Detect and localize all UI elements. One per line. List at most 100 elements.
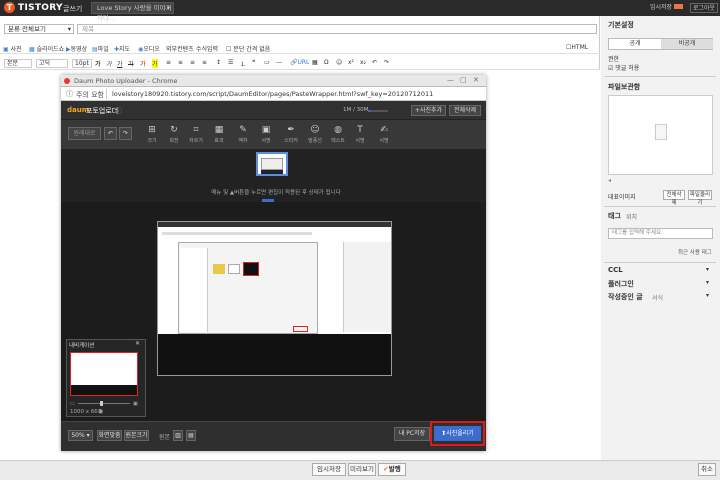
photo-button[interactable]: ▣ 사진	[3, 44, 22, 53]
navigator-thumbnail[interactable]	[70, 352, 138, 396]
delete-arrow-icon[interactable]: ◂	[608, 177, 611, 184]
save-to-pc-button[interactable]: 내 PC저장	[394, 427, 430, 441]
eye-icon[interactable]: ◉	[98, 408, 103, 415]
resize-tool[interactable]: ⊞ 크기	[144, 125, 160, 144]
slideshow-button[interactable]: ▦ 슬라이드쇼	[29, 44, 64, 53]
undo-icon[interactable]: ↶	[372, 59, 377, 66]
superscript-icon[interactable]: x²	[348, 59, 354, 66]
allow-comments-checkbox[interactable]: ☑ 댓글 허용	[608, 63, 639, 72]
chevron-down-icon[interactable]: ▾	[706, 292, 709, 299]
fit-screen-button[interactable]: 화면맞춤	[97, 430, 122, 441]
redo-icon[interactable]: ↷	[119, 127, 132, 140]
font-size-select[interactable]: 10pt	[72, 59, 92, 68]
html-mode-checkbox[interactable]: ☐HTML	[566, 44, 588, 51]
related-heading[interactable]: 작성중인 글	[608, 292, 643, 302]
bullet-list-icon[interactable]: ☰	[228, 59, 233, 66]
special-char-icon[interactable]: Ω	[324, 59, 329, 66]
chevron-down-icon[interactable]: ▾	[706, 279, 709, 286]
effect-tool[interactable]: ▦ 효과	[211, 125, 227, 144]
rotate-tool[interactable]: ↻ 회전	[166, 125, 182, 144]
emoticon-icon[interactable]: ☺	[336, 59, 342, 66]
external-content-button[interactable]: 외부컨텐츠	[166, 44, 194, 53]
add-photo-button[interactable]: +사진추가	[411, 105, 446, 116]
align-right-icon[interactable]: ≡	[190, 59, 195, 66]
divider-icon[interactable]: —	[276, 59, 282, 66]
paragraph-select[interactable]: 본문	[4, 59, 32, 68]
undo-icon[interactable]: ↶	[104, 127, 117, 140]
bold-icon[interactable]: 가	[95, 59, 101, 68]
align-center-icon[interactable]: ≡	[178, 59, 183, 66]
restore-button[interactable]: 원래대로	[68, 127, 101, 140]
draw-tool[interactable]: ✒ 스티커	[283, 125, 299, 144]
align-justify-icon[interactable]: ≡	[202, 59, 207, 66]
adjust-tool[interactable]: ✎ 액자	[235, 125, 251, 144]
recent-tags-link[interactable]: 최근 사용 태그	[678, 248, 712, 256]
category-select[interactable]: 분류 전체보기 ▾	[4, 24, 74, 34]
post-select[interactable]: Love Story 사랑을 이야기하다... ▾	[91, 2, 174, 22]
strikethrough-icon[interactable]: 가	[128, 59, 134, 68]
table-icon[interactable]: ▦	[312, 59, 318, 66]
logout-button[interactable]: 로그아웃	[690, 3, 719, 13]
highlight-icon[interactable]: 가	[152, 59, 158, 68]
quote-icon[interactable]: ❝	[252, 59, 255, 66]
preview-button[interactable]: 미리보기	[348, 463, 376, 476]
formula-button[interactable]: 수식입력	[196, 44, 218, 53]
font-select[interactable]: 고딕	[36, 59, 68, 68]
zoom-select[interactable]: 50% ▾	[68, 430, 93, 441]
underline-icon[interactable]: 가	[117, 59, 123, 68]
crop-tool[interactable]: ⌗ 자르기	[188, 125, 204, 144]
line-height-icon[interactable]: ↕	[216, 59, 221, 66]
url-text[interactable]: loveistory180920.tistory.com/script/Daum…	[112, 90, 482, 98]
delete-all-photos-button[interactable]: 전체삭제	[449, 105, 481, 116]
upload-photo-button[interactable]: ⬆사진올리기	[434, 426, 481, 441]
temp-saved-indicator[interactable]: 임시저장	[650, 3, 684, 13]
split-view-icon[interactable]: ▤	[186, 430, 196, 441]
ccl-heading[interactable]: CCL	[608, 266, 623, 274]
box-icon[interactable]: ▭	[264, 59, 270, 66]
signature-tool[interactable]: ✍ 서명	[376, 125, 392, 144]
file-button[interactable]: ▤파일	[92, 44, 109, 53]
map-button[interactable]: ✚지도	[114, 44, 130, 53]
tistory-logo-icon[interactable]: T	[4, 2, 15, 13]
photo-thumbnail[interactable]	[256, 152, 288, 176]
private-option[interactable]: 비공개	[661, 39, 713, 49]
zoom-out-icon[interactable]: ▭	[70, 401, 75, 407]
original-size-button[interactable]: 원본크기	[124, 430, 149, 441]
maximize-icon[interactable]: ▢	[460, 76, 467, 84]
info-icon[interactable]: ⓘ	[115, 106, 122, 116]
video-button[interactable]: ▶동영상	[66, 44, 87, 53]
align-left-icon[interactable]: ≡	[166, 59, 171, 66]
slider-handle[interactable]	[100, 401, 103, 406]
minimize-icon[interactable]: —	[447, 76, 454, 84]
italic-icon[interactable]: 가	[106, 59, 112, 68]
zoom-in-icon[interactable]: ▣	[133, 401, 138, 407]
speech-bubble-tool[interactable]: ◍ 텍스트	[330, 125, 346, 144]
tag-input[interactable]: 태그를 입력해 주세요.	[608, 228, 713, 239]
link-icon[interactable]: 🔗URL	[290, 59, 309, 66]
number-list-icon[interactable]: ⒈	[240, 59, 246, 68]
delete-all-files-button[interactable]: 전체삭제	[663, 190, 685, 206]
no-paragraph-spacing-checkbox[interactable]: ☐ 문단 간격 없음	[226, 44, 270, 53]
file-upload-button[interactable]: 파일올리기	[688, 190, 712, 206]
title-input[interactable]: 제목	[77, 24, 597, 34]
text-color-icon[interactable]: 가	[140, 59, 146, 68]
navigator-zoom-slider[interactable]	[78, 403, 130, 404]
redo-icon[interactable]: ↷	[384, 59, 389, 66]
plugin-heading[interactable]: 플러그인	[608, 279, 634, 289]
cancel-button[interactable]: 취소	[698, 463, 716, 476]
compare-icon[interactable]: ▥	[173, 430, 183, 441]
close-icon[interactable]: ✕	[135, 340, 140, 347]
location-tab[interactable]: 위치	[626, 212, 637, 221]
close-icon[interactable]: ✕	[473, 76, 479, 84]
sticker-tool[interactable]: ☺ 말풍선	[307, 125, 323, 144]
publish-button[interactable]: ✔발행	[378, 463, 406, 476]
public-option[interactable]: 공개	[609, 39, 661, 49]
frame-tool[interactable]: ▣ 서명	[258, 125, 274, 144]
temp-save-button[interactable]: 임시저장	[312, 463, 346, 476]
tags-tab[interactable]: 태그	[608, 211, 621, 221]
audio-button[interactable]: ◉오디오	[138, 44, 160, 53]
text-tool[interactable]: T 서명	[352, 125, 368, 144]
chevron-down-icon[interactable]: ▾	[706, 266, 709, 273]
subscript-icon[interactable]: x₂	[360, 59, 366, 66]
related-tab[interactable]: 서식	[652, 293, 663, 302]
